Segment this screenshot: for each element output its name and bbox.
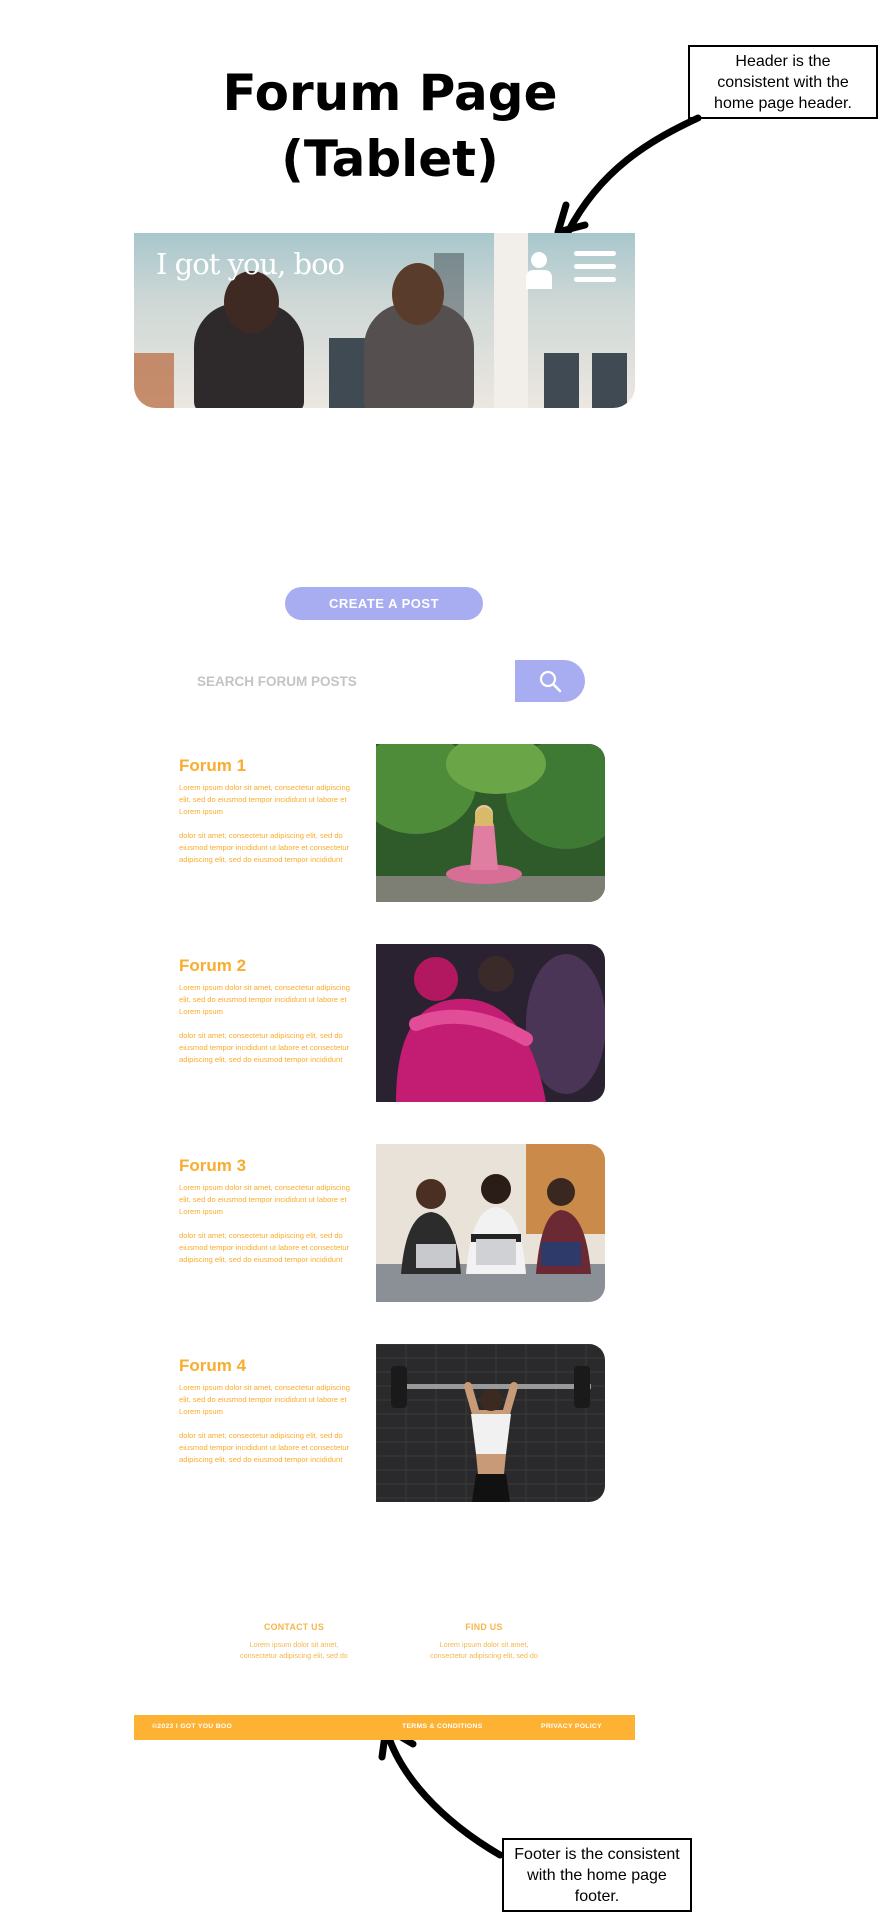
forum-heading: FORUM [350, 449, 419, 469]
hero-window [329, 338, 369, 408]
forum-card[interactable]: Forum 3 Lorem ipsum dolor sit amet, cons… [166, 1144, 605, 1302]
forum-card-title: Forum 1 [179, 756, 247, 775]
forum-card-image [376, 1344, 605, 1502]
page-title: Forum Page (Tablet) [190, 60, 590, 192]
search-input[interactable] [179, 660, 515, 702]
tablet-mockup: I got you, boo NEED SOME ADVICE? FORUM L… [134, 233, 635, 1740]
hero-accent [134, 353, 174, 408]
footer-copyright: ©2023 I GOT YOU BOO [152, 1723, 233, 1730]
footer-find-text: Lorem ipsum dolor sit amet, consectetur … [430, 1640, 538, 1660]
forum-card[interactable]: Forum 1 Lorem ipsum dolor sit amet, cons… [166, 744, 605, 902]
post-kicker: GOT SOMETHING TO SAY? [319, 566, 450, 577]
forum-card-image [376, 744, 605, 902]
footer-find: FIND US Lorem ipsum dolor sit amet, cons… [424, 1622, 544, 1661]
page-title-line-1: Forum Page [222, 64, 558, 122]
menu-icon[interactable] [574, 251, 616, 287]
footer-annotation: Footer is the consistent with the home p… [502, 1838, 692, 1912]
footer-background [134, 1563, 635, 1713]
brand-logo[interactable]: I got you, boo [156, 247, 345, 281]
forum-card-title: Forum 3 [179, 1156, 247, 1175]
footer-contact-heading: CONTACT US [263, 1622, 324, 1632]
forum-card-title: Forum 2 [179, 956, 247, 975]
search-bar [179, 660, 585, 702]
forum-card-image [376, 1144, 605, 1302]
forum-intro-text: Lorem ipsum dolor sit amet, consectetur … [209, 483, 560, 520]
footer-terms-link[interactable]: TERMS & CONDITIONS [402, 1723, 483, 1730]
header-annotation-text: Header is the consistent with the home p… [714, 52, 852, 112]
forum-card-title: Forum 4 [179, 1356, 247, 1375]
hero-window [544, 353, 579, 408]
forum-card-text: dolor sit amet, consectetur adipiscing e… [179, 1031, 350, 1064]
forum-card-text: dolor sit amet, consectetur adipiscing e… [179, 831, 350, 864]
forum-card-image [376, 944, 605, 1102]
create-post-button[interactable]: CREATE A POST [285, 587, 483, 620]
hero-person-head [392, 263, 444, 325]
advice-kicker: NEED SOME ADVICE? [331, 434, 438, 445]
footer-arrow [378, 1724, 504, 1859]
search-icon [539, 670, 562, 693]
header-annotation: Header is the consistent with the home p… [688, 45, 878, 119]
forum-card-text: Lorem ipsum dolor sit amet, consectetur … [179, 783, 350, 816]
hero-pillar [494, 233, 528, 408]
forum-card-text: Lorem ipsum dolor sit amet, consectetur … [179, 1183, 350, 1216]
user-icon[interactable] [524, 251, 554, 289]
forum-card-text: dolor sit amet, consectetur adipiscing e… [179, 1231, 350, 1264]
header: I got you, boo [134, 233, 635, 408]
forum-card-text: Lorem ipsum dolor sit amet, consectetur … [179, 1383, 350, 1416]
load-more-button[interactable]: LOAD MORE [313, 1534, 459, 1558]
footer-privacy-link[interactable]: PRIVACY POLICY [541, 1723, 602, 1730]
forum-card[interactable]: Forum 4 Lorem ipsum dolor sit amet, cons… [166, 1344, 605, 1502]
footer-annotation-text: Footer is the consistent with the home p… [514, 1845, 680, 1905]
forum-card-text: Lorem ipsum dolor sit amet, consectetur … [179, 983, 350, 1016]
search-button[interactable] [515, 660, 585, 702]
footer-bar: ©2023 I GOT YOU BOO TERMS & CONDITIONS P… [134, 1715, 635, 1740]
footer-find-heading: FIND US [465, 1622, 503, 1632]
footer-contact-text: Lorem ipsum dolor sit amet, consectetur … [240, 1640, 348, 1660]
forum-card-text: dolor sit amet, consectetur adipiscing e… [179, 1431, 350, 1464]
footer-contact: CONTACT US Lorem ipsum dolor sit amet, c… [234, 1622, 354, 1661]
hero-window [592, 353, 627, 408]
forum-card[interactable]: Forum 2 Lorem ipsum dolor sit amet, cons… [166, 944, 605, 1102]
page-title-line-2: (Tablet) [281, 130, 499, 188]
